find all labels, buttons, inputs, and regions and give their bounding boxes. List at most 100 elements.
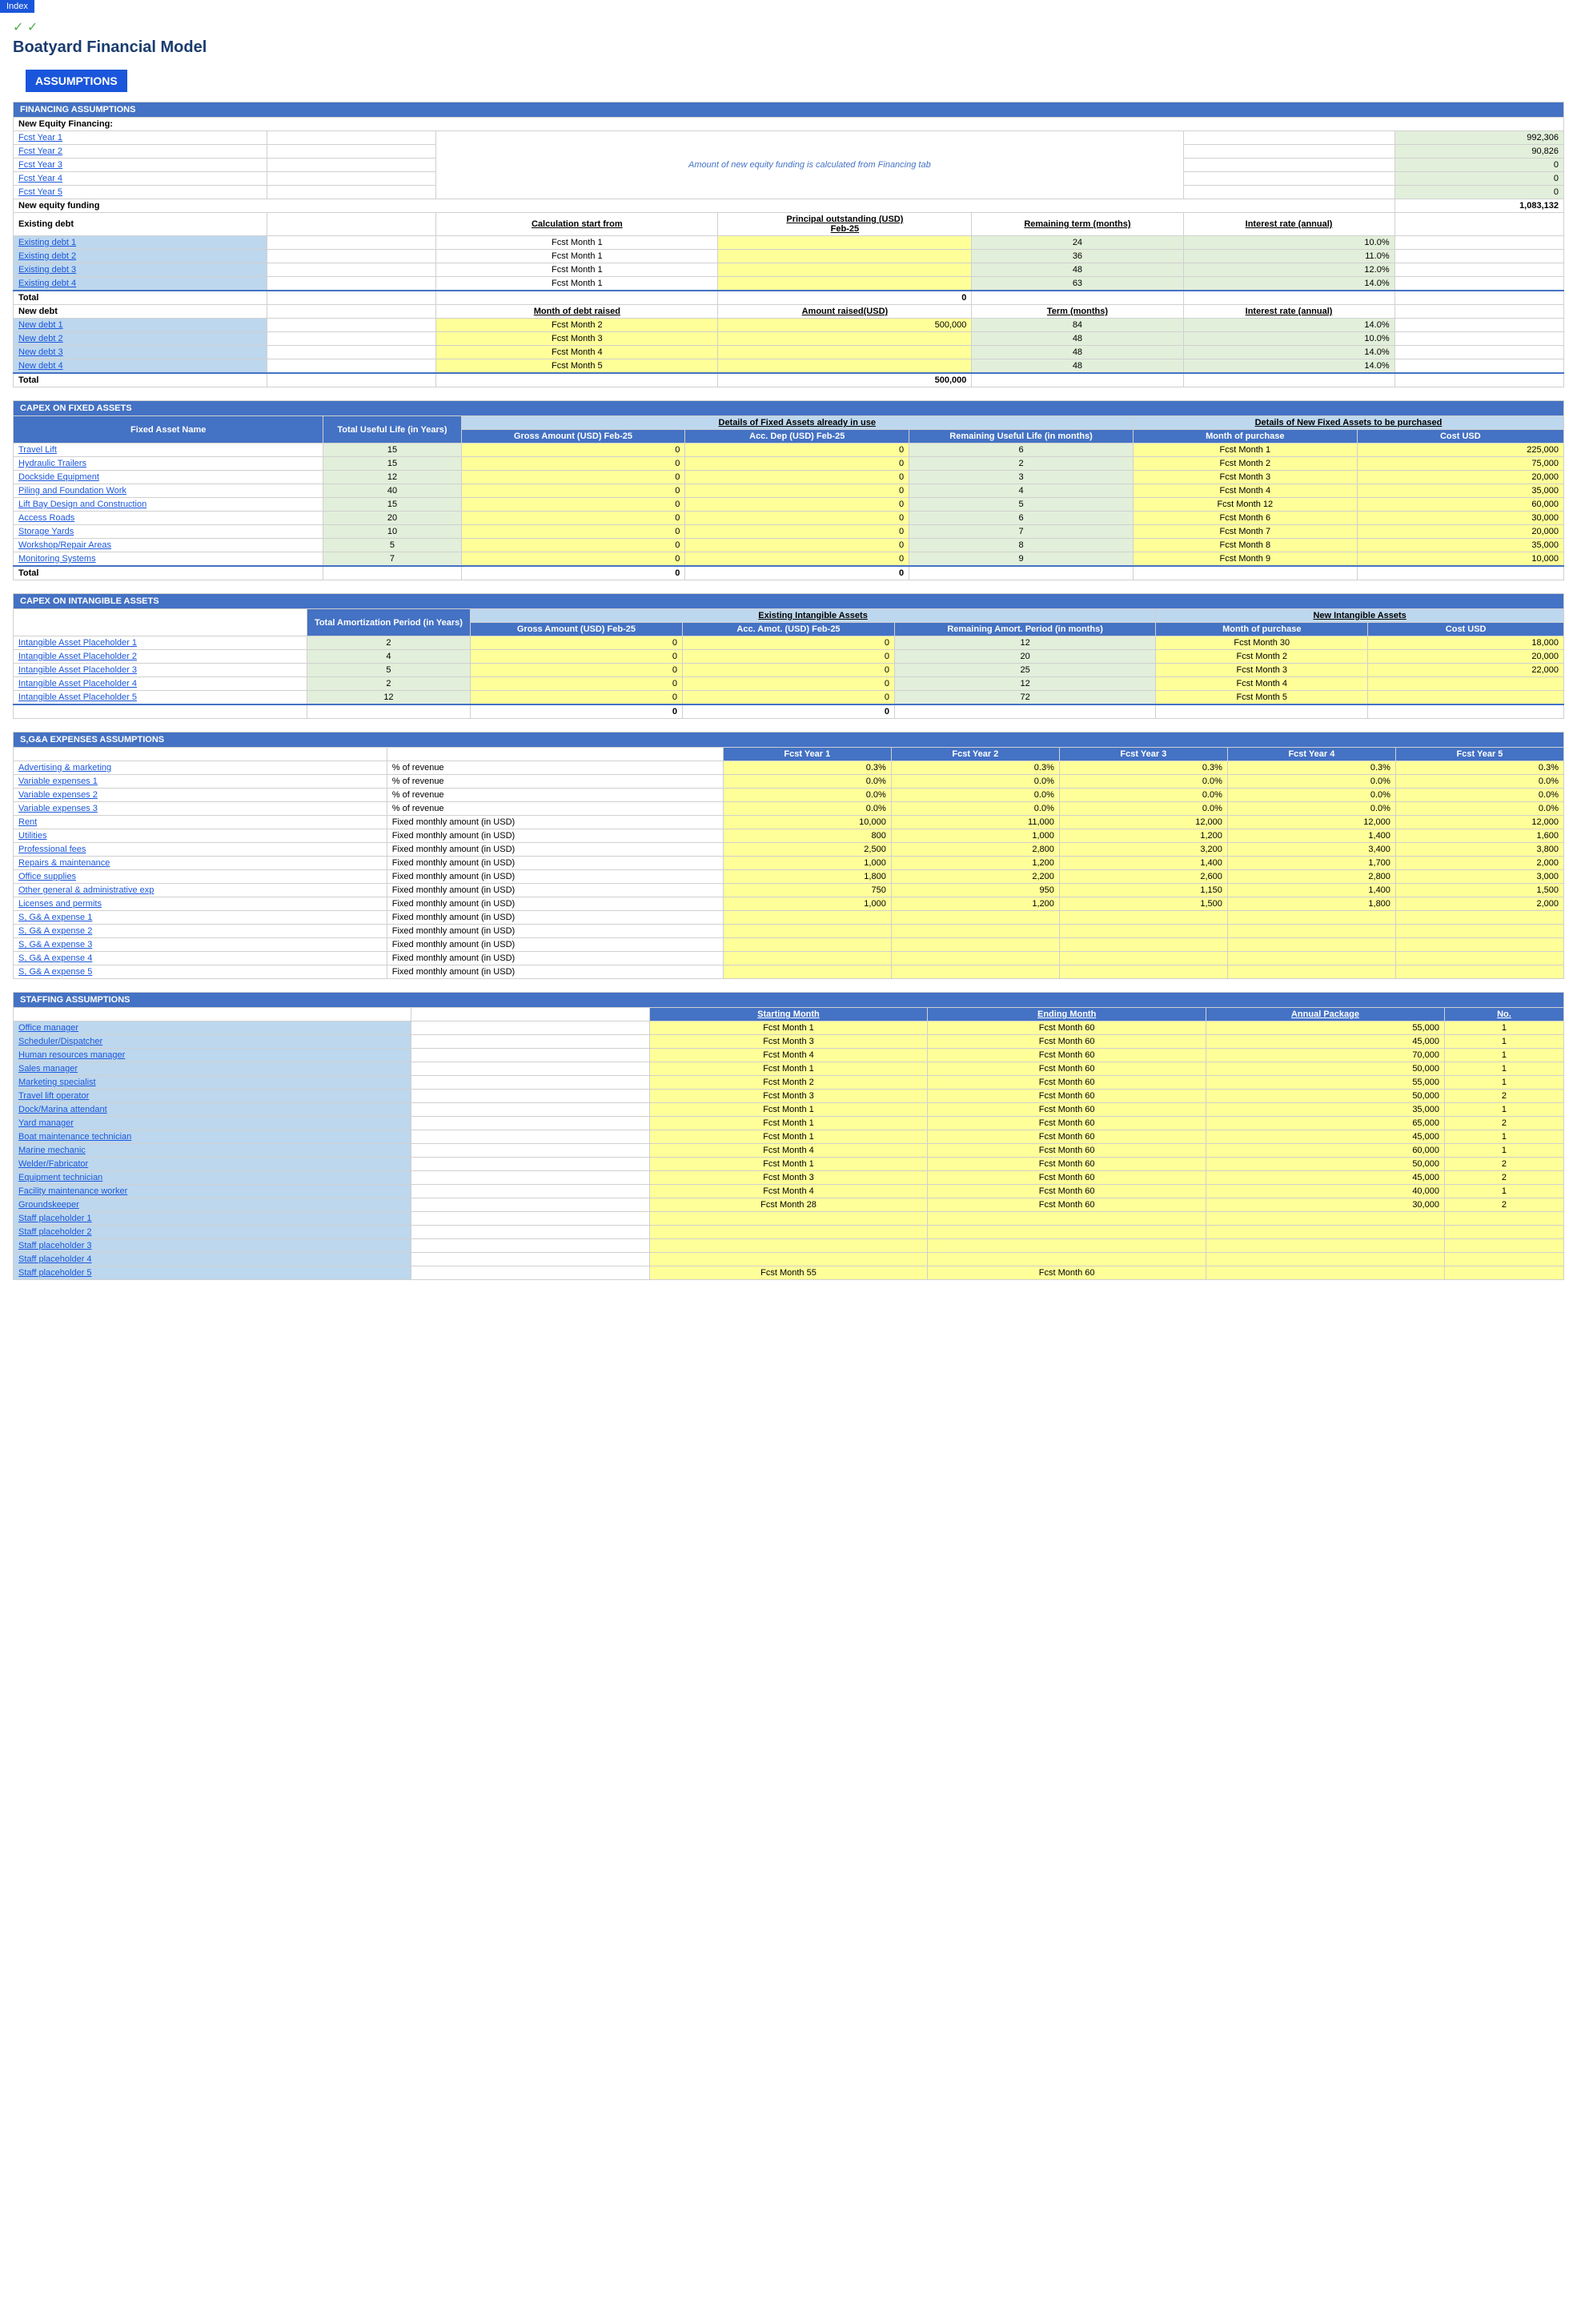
capex-fixed-row-7: Workshop/Repair Areas 5 0 0 8 Fcst Month… xyxy=(14,539,1564,552)
capex-intangible-row-2: Intangible Asset Placeholder 3 5 0 0 25 … xyxy=(14,664,1564,677)
sga-row-5: Utilities Fixed monthly amount (in USD) … xyxy=(14,829,1564,843)
existing-debt-row-2: Existing debt 2 Fcst Month 1 36 11.0% xyxy=(14,250,1564,263)
existing-debt-total-row: Total 0 xyxy=(14,291,1564,305)
equity-row-1: Fcst Year 1 Amount of new equity funding… xyxy=(14,131,1564,145)
new-debt-term-header: Term (months) xyxy=(972,305,1183,319)
capex-fixed-row-0: Travel Lift 15 0 0 6 Fcst Month 1 225,00… xyxy=(14,444,1564,457)
sga-row-15: S, G& A expense 5 Fixed monthly amount (… xyxy=(14,965,1564,979)
staffing-row-5: Travel lift operator Fcst Month 3 Fcst M… xyxy=(14,1090,1564,1103)
capex-fixed-row-2: Dockside Equipment 12 0 0 3 Fcst Month 3… xyxy=(14,471,1564,484)
sga-row-12: S, G& A expense 2 Fixed monthly amount (… xyxy=(14,925,1564,938)
capex-intangible-table: CAPEX ON INTANGIBLE ASSETS Total Amortiz… xyxy=(13,593,1564,719)
staffing-row-4: Marketing specialist Fcst Month 2 Fcst M… xyxy=(14,1076,1564,1090)
existing-debt-label-2: Existing debt 2 xyxy=(14,250,267,263)
existing-debt-label-1: Existing debt 1 xyxy=(14,236,267,250)
existing-debt-row-3: Existing debt 3 Fcst Month 1 48 12.0% xyxy=(14,263,1564,277)
new-equity-funding-value: 1,083,132 xyxy=(1394,199,1563,213)
equity-label-2: Fcst Year 2 xyxy=(14,145,267,159)
new-debt-rate-header: Interest rate (annual) xyxy=(1183,305,1394,319)
capex-intangible-row-4: Intangible Asset Placeholder 5 12 0 0 72… xyxy=(14,691,1564,705)
equity-value-1: 992,306 xyxy=(1394,131,1563,145)
existing-debt-label-3: Existing debt 3 xyxy=(14,263,267,277)
sga-row-0: Advertising & marketing % of revenue 0.3… xyxy=(14,761,1564,775)
capex-intangible-total-row: 0 0 xyxy=(14,704,1564,719)
new-intangible-header: New Intangible Assets xyxy=(1156,609,1564,623)
new-equity-funding-row: New equity funding 1,083,132 xyxy=(14,199,1564,213)
new-equity-label: New Equity Financing: xyxy=(14,118,1564,131)
asset-name-header: Fixed Asset Name xyxy=(14,416,323,444)
capex-intangible-row-1: Intangible Asset Placeholder 2 4 0 0 20 … xyxy=(14,650,1564,664)
new-debt-label: New debt xyxy=(14,305,267,319)
capex-intangible-row-3: Intangible Asset Placeholder 4 2 0 0 12 … xyxy=(14,677,1564,691)
sga-row-9: Other general & administrative exp Fixed… xyxy=(14,884,1564,897)
main-title: Boatyard Financial Model xyxy=(13,38,1564,57)
equity-label-1: Fcst Year 1 xyxy=(14,131,267,145)
new-equity-funding-label: New equity funding xyxy=(14,199,1395,213)
sga-row-14: S, G& A expense 4 Fixed monthly amount (… xyxy=(14,952,1564,965)
sga-row-2: Variable expenses 2 % of revenue 0.0% 0.… xyxy=(14,789,1564,802)
equity-value-3: 0 xyxy=(1394,159,1563,172)
new-debt-header-row: New debt Month of debt raised Amount rai… xyxy=(14,305,1564,319)
capex-fixed-total-row: Total 0 0 xyxy=(14,566,1564,580)
capex-fixed-row-4: Lift Bay Design and Construction 15 0 0 … xyxy=(14,498,1564,512)
existing-debt-principal-1 xyxy=(718,236,972,250)
index-tab[interactable]: Index xyxy=(0,0,34,13)
existing-debt-rate-1: 10.0% xyxy=(1183,236,1394,250)
staffing-row-10: Welder/Fabricator Fcst Month 1 Fcst Mont… xyxy=(14,1158,1564,1171)
sga-row-13: S, G& A expense 3 Fixed monthly amount (… xyxy=(14,938,1564,952)
existing-debt-row-1: Existing debt 1 Fcst Month 1 24 10.0% xyxy=(14,236,1564,250)
new-debt-month-header: Month of debt raised xyxy=(436,305,718,319)
staffing-row-14: Staff placeholder 1 xyxy=(14,1212,1564,1226)
staffing-row-17: Staff placeholder 4 xyxy=(14,1253,1564,1266)
sga-row-6: Professional fees Fixed monthly amount (… xyxy=(14,843,1564,857)
staffing-table: STAFFING ASSUMPTIONS Starting Month Endi… xyxy=(13,992,1564,1280)
new-debt-total-row: Total 500,000 xyxy=(14,373,1564,387)
new-debt-row-3: New debt 3 Fcst Month 4 48 14.0% xyxy=(14,346,1564,359)
sga-col-headers: Fcst Year 1 Fcst Year 2 Fcst Year 3 Fcst… xyxy=(14,748,1564,761)
staffing-row-13: Groundskeeper Fcst Month 28 Fcst Month 6… xyxy=(14,1198,1564,1212)
sga-row-1: Variable expenses 1 % of revenue 0.0% 0.… xyxy=(14,775,1564,789)
existing-intangible-header: Existing Intangible Assets xyxy=(470,609,1155,623)
equity-label-3: Fcst Year 3 xyxy=(14,159,267,172)
staffing-row-9: Marine mechanic Fcst Month 4 Fcst Month … xyxy=(14,1144,1564,1158)
capex-fixed-row-5: Access Roads 20 0 0 6 Fcst Month 6 30,00… xyxy=(14,512,1564,525)
financing-section-header: FINANCING ASSUMPTIONS xyxy=(14,102,1564,118)
sga-row-11: S, G& A expense 1 Fixed monthly amount (… xyxy=(14,911,1564,925)
existing-debt-calc-1: Fcst Month 1 xyxy=(436,236,718,250)
capex-fixed-header: CAPEX ON FIXED ASSETS xyxy=(14,401,1564,416)
new-debt-row-4: New debt 4 Fcst Month 5 48 14.0% xyxy=(14,359,1564,374)
interest-header: Interest rate (annual) xyxy=(1183,213,1394,236)
equity-value-5: 0 xyxy=(1394,186,1563,199)
staffing-row-12: Facility maintenance worker Fcst Month 4… xyxy=(14,1185,1564,1198)
sga-row-8: Office supplies Fixed monthly amount (in… xyxy=(14,870,1564,884)
checkmarks: ✓ ✓ xyxy=(13,19,1564,35)
existing-debt-row-4: Existing debt 4 Fcst Month 1 63 14.0% xyxy=(14,277,1564,291)
existing-debt-label-4: Existing debt 4 xyxy=(14,277,267,291)
staffing-row-8: Boat maintenance technician Fcst Month 1… xyxy=(14,1130,1564,1144)
existing-debt-total-label: Total xyxy=(14,291,267,305)
staffing-row-7: Yard manager Fcst Month 1 Fcst Month 60 … xyxy=(14,1117,1564,1130)
staffing-row-6: Dock/Marina attendant Fcst Month 1 Fcst … xyxy=(14,1103,1564,1117)
useful-life-header: Total Useful Life (in Years) xyxy=(323,416,461,444)
new-header: Details of New Fixed Assets to be purcha… xyxy=(1133,416,1563,430)
sga-row-10: Licenses and permits Fixed monthly amoun… xyxy=(14,897,1564,911)
existing-debt-label: Existing debt xyxy=(14,213,267,236)
staffing-row-18: Staff placeholder 5 Fcst Month 55 Fcst M… xyxy=(14,1266,1564,1280)
remaining-header: Remaining term (months) xyxy=(972,213,1183,236)
equity-value-4: 0 xyxy=(1394,172,1563,186)
new-debt-row-2: New debt 2 Fcst Month 3 48 10.0% xyxy=(14,332,1564,346)
financing-table: FINANCING ASSUMPTIONS New Equity Financi… xyxy=(13,102,1564,387)
capex-fixed-row-8: Monitoring Systems 7 0 0 9 Fcst Month 9 … xyxy=(14,552,1564,567)
capex-intangible-header: CAPEX ON INTANGIBLE ASSETS xyxy=(14,594,1564,609)
capex-intangible-row-0: Intangible Asset Placeholder 1 2 0 0 12 … xyxy=(14,636,1564,650)
capex-fixed-row-1: Hydraulic Trailers 15 0 0 2 Fcst Month 2… xyxy=(14,457,1564,471)
sga-row-3: Variable expenses 3 % of revenue 0.0% 0.… xyxy=(14,802,1564,816)
staffing-row-0: Office manager Fcst Month 1 Fcst Month 6… xyxy=(14,1022,1564,1035)
new-debt-amount-header: Amount raised(USD) xyxy=(718,305,972,319)
capex-fixed-group-header: Fixed Asset Name Total Useful Life (in Y… xyxy=(14,416,1564,430)
sga-table: S,G&A EXPENSES ASSUMPTIONS Fcst Year 1 F… xyxy=(13,732,1564,979)
staffing-col-headers: Starting Month Ending Month Annual Packa… xyxy=(14,1008,1564,1022)
staffing-row-16: Staff placeholder 3 xyxy=(14,1239,1564,1253)
assumptions-label: ASSUMPTIONS xyxy=(26,70,127,92)
staffing-row-3: Sales manager Fcst Month 1 Fcst Month 60… xyxy=(14,1062,1564,1076)
